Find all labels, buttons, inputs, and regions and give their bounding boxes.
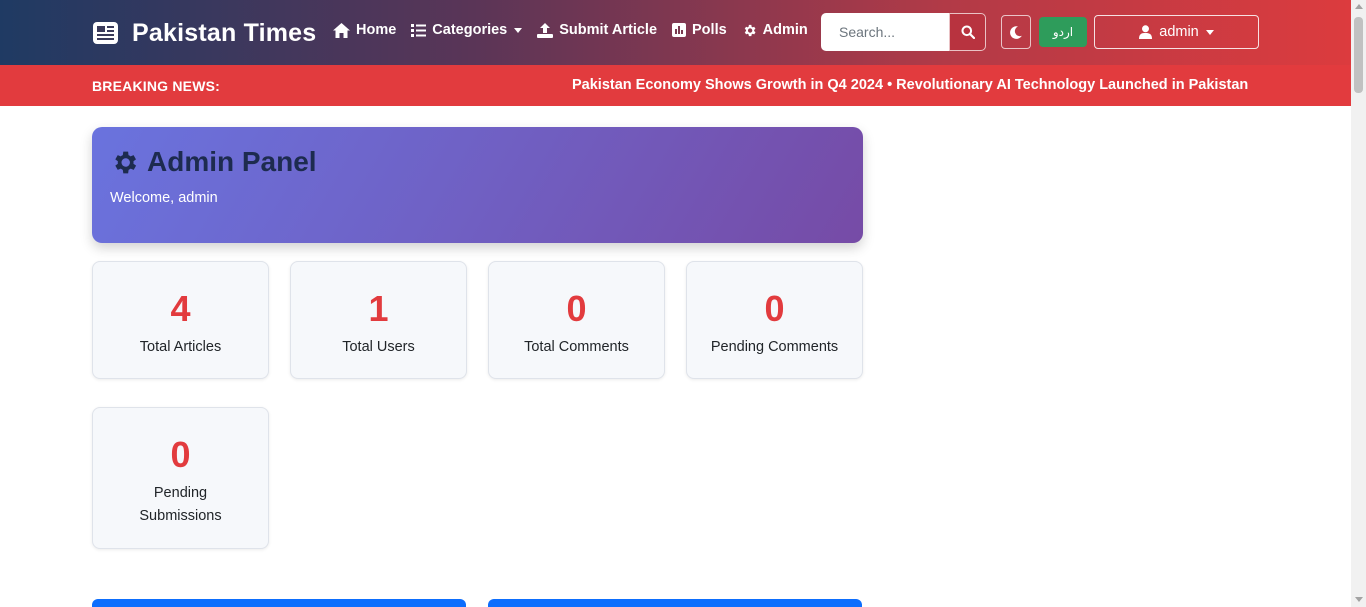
page-scrollbar[interactable] <box>1351 0 1366 607</box>
stat-value: 4 <box>170 288 191 329</box>
chevron-down-icon <box>1205 29 1214 35</box>
stat-value: 0 <box>566 288 587 329</box>
stat-card-pending-comments: 0 Pending Comments <box>686 261 863 379</box>
nav-categories-dropdown[interactable]: Categories <box>411 22 523 38</box>
stat-label: Total Articles <box>139 339 222 355</box>
user-menu-dropdown[interactable]: admin <box>1094 15 1259 49</box>
search-input[interactable] <box>821 13 949 51</box>
breaking-news-bar: BREAKING NEWS: Pakistan Economy Shows Gr… <box>0 65 1351 106</box>
gear-icon <box>115 151 137 173</box>
stat-value: 0 <box>764 288 785 329</box>
chevron-down-icon <box>514 27 523 33</box>
language-toggle-button[interactable]: اردو <box>1039 17 1087 47</box>
nav-home[interactable]: Home <box>333 22 396 38</box>
newspaper-icon <box>93 22 118 44</box>
admin-panel-header: Admin Panel Welcome, admin <box>92 127 863 243</box>
admin-panel-title: Admin Panel <box>147 146 317 177</box>
dark-mode-toggle[interactable] <box>1001 15 1031 49</box>
search-icon <box>961 25 975 39</box>
nav-admin[interactable]: Admin <box>742 22 808 38</box>
top-navbar: Pakistan Times Home Categories Submit Ar… <box>0 0 1351 65</box>
moon-icon <box>1010 25 1022 39</box>
stat-card-total-comments: 0 Total Comments <box>488 261 665 379</box>
stat-card-total-articles: 4 Total Articles <box>92 261 269 379</box>
stat-card-total-users: 1 Total Users <box>290 261 467 379</box>
nav-admin-label: Admin <box>762 22 808 38</box>
welcome-message: Welcome, admin <box>110 190 218 206</box>
stat-card-pending-submissions: 0 Pending Submissions <box>92 407 269 549</box>
list-icon <box>411 23 427 37</box>
stat-label: Pending Submissions <box>139 485 222 524</box>
poll-icon <box>672 23 687 37</box>
stat-label: Pending Comments <box>710 339 839 355</box>
breaking-news-label: BREAKING NEWS: <box>92 78 221 94</box>
stat-value: 1 <box>368 288 389 329</box>
nav-submit-article[interactable]: Submit Article <box>537 22 657 38</box>
nav-polls-label: Polls <box>692 22 727 38</box>
brand-link[interactable]: Pakistan Times <box>92 16 316 50</box>
user-menu-label: admin <box>1159 24 1199 40</box>
nav-home-label: Home <box>356 22 397 38</box>
nav-categories-label: Categories <box>432 22 508 38</box>
stat-value: 0 <box>170 434 191 475</box>
upload-icon <box>537 22 554 38</box>
nav-submit-label: Submit Article <box>559 22 658 38</box>
search-form <box>821 13 986 51</box>
scrollbar-thumb[interactable] <box>1354 17 1363 93</box>
breaking-news-ticker[interactable]: Pakistan Economy Shows Growth in Q4 2024… <box>572 77 1248 93</box>
gear-icon <box>744 24 756 36</box>
scroll-down-arrow-icon[interactable] <box>1355 597 1363 602</box>
scroll-up-arrow-icon[interactable] <box>1355 4 1363 9</box>
nav-links: Home Categories Submit Article Polls Adm… <box>333 22 823 38</box>
stat-label: Total Users <box>342 339 415 355</box>
nav-polls[interactable]: Polls <box>672 22 727 38</box>
content-card <box>488 599 862 607</box>
stat-label: Total Comments <box>524 339 629 355</box>
content-card <box>92 599 466 607</box>
page-title: Admin Panel <box>110 146 317 178</box>
home-icon <box>333 22 350 38</box>
brand-title: Pakistan Times <box>132 18 317 47</box>
search-button[interactable] <box>949 13 986 51</box>
user-icon <box>1139 25 1153 39</box>
